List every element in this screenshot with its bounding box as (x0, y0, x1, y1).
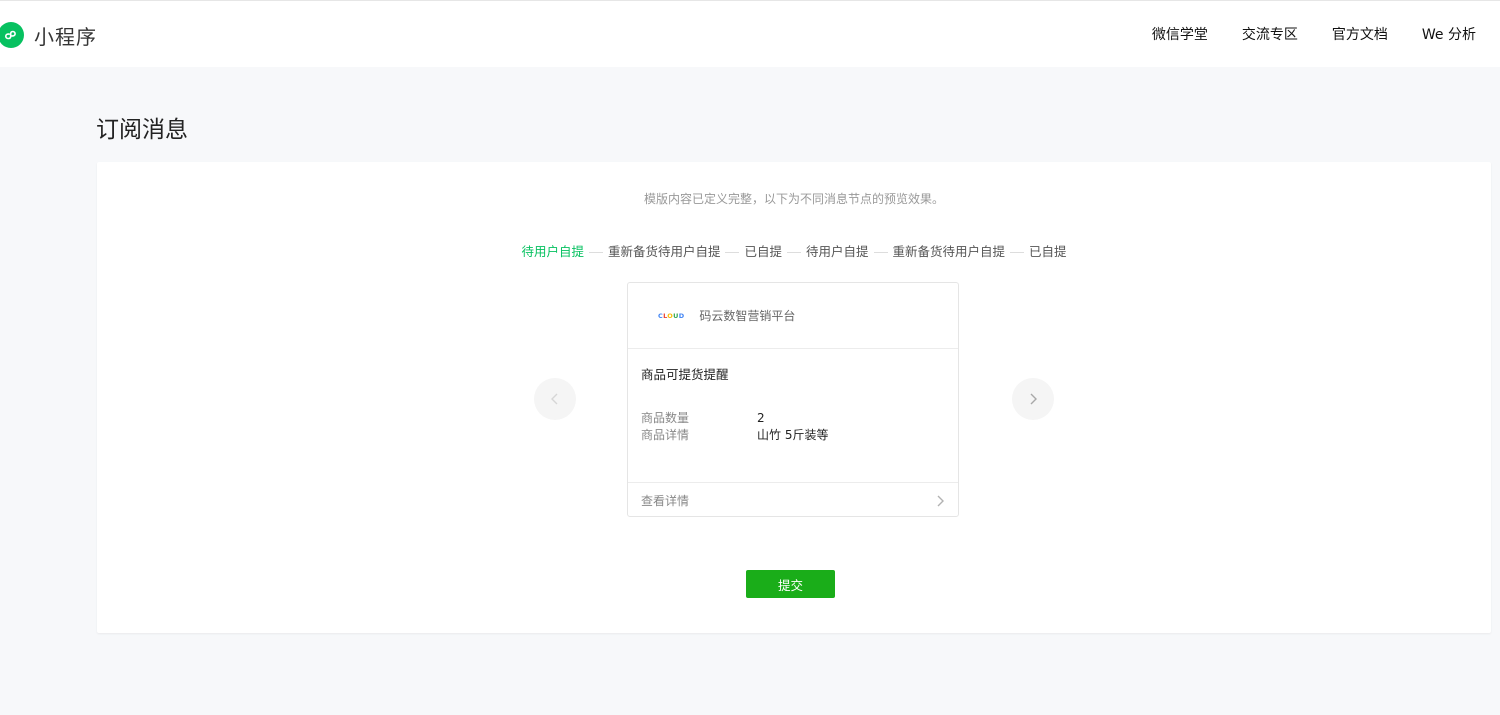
app-name: 码云数智营销平台 (699, 309, 796, 323)
field-label: 商品详情 (641, 428, 690, 442)
card-header: CLOUD 码云数智营销平台 (628, 283, 958, 349)
card-field: 商品详情 山竹 5斤装等 (641, 427, 828, 443)
brand[interactable]: 小程序 (0, 22, 97, 49)
step-divider (873, 251, 888, 253)
top-nav: 微信学堂 交流专区 官方文档 We 分析 (1118, 25, 1476, 45)
submit-button[interactable]: 提交 (746, 570, 835, 598)
step-item[interactable]: 待用户自提 (806, 243, 869, 261)
preview-panel: 模版内容已定义完整，以下为不同消息节点的预览效果。 待用户自提 重新备货待用户自… (97, 162, 1491, 633)
view-details-link[interactable]: 查看详情 (628, 483, 958, 518)
top-navbar: 小程序 微信学堂 交流专区 官方文档 We 分析 (0, 0, 1500, 67)
step-item[interactable]: 已自提 (1029, 243, 1067, 261)
field-value: 2 (757, 411, 765, 425)
card-title: 商品可提货提醒 (641, 367, 729, 382)
nav-item-we-analytics[interactable]: We 分析 (1422, 25, 1476, 45)
preview-hint: 模版内容已定义完整，以下为不同消息节点的预览效果。 (643, 192, 944, 206)
card-field: 商品数量 2 (641, 410, 765, 426)
miniprogram-logo-icon (0, 22, 24, 48)
chevron-right-icon (1030, 393, 1037, 405)
step-item[interactable]: 重新备货待用户自提 (608, 243, 721, 261)
chevron-left-icon (551, 393, 558, 405)
app-logo: CLOUD (658, 311, 685, 320)
field-label: 商品数量 (641, 411, 690, 425)
field-value: 山竹 5斤装等 (757, 428, 829, 442)
card-body: 商品可提货提醒 商品数量 2 商品详情 山竹 5斤装等 (628, 349, 958, 483)
step-divider (725, 251, 740, 253)
brand-name: 小程序 (34, 24, 97, 49)
nav-item-community[interactable]: 交流专区 (1242, 25, 1298, 45)
chevron-right-icon (937, 495, 944, 506)
step-item[interactable]: 已自提 (744, 243, 782, 261)
step-item[interactable]: 重新备货待用户自提 (893, 243, 1006, 261)
nav-item-academy[interactable]: 微信学堂 (1152, 25, 1208, 45)
step-divider (1010, 251, 1025, 253)
nav-item-docs[interactable]: 官方文档 (1332, 25, 1388, 45)
step-divider (787, 251, 801, 253)
step-item[interactable]: 待用户自提 (521, 243, 584, 261)
view-details-label: 查看详情 (641, 494, 690, 508)
page-title: 订阅消息 (96, 117, 188, 143)
step-divider (588, 251, 603, 253)
message-preview-card: CLOUD 码云数智营销平台 商品可提货提醒 商品数量 2 商品详情 山竹 5斤… (627, 282, 959, 517)
message-node-steps: 待用户自提 重新备货待用户自提 已自提 待用户自提 重新备货待用户自提 已自提 (97, 243, 1491, 261)
prev-button[interactable] (534, 378, 576, 420)
next-button[interactable] (1012, 378, 1054, 420)
